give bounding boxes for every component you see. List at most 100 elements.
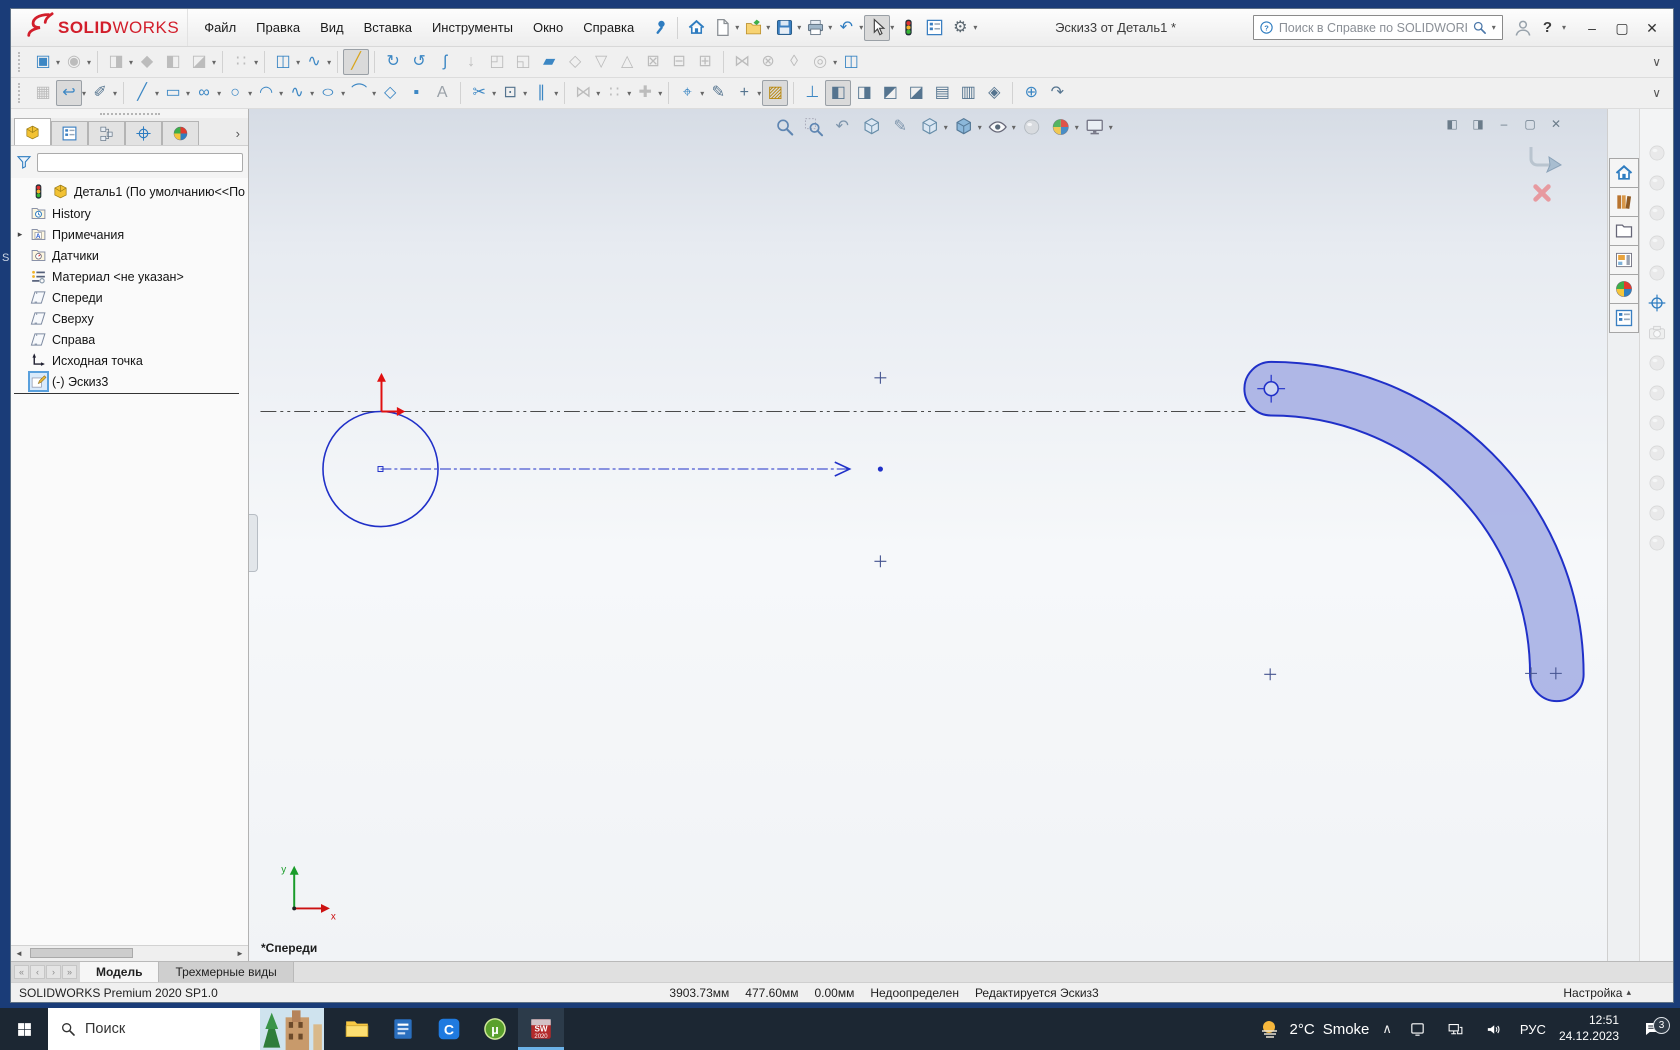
taskbar-c-app-icon[interactable]: C <box>426 1008 472 1050</box>
final-render-icon[interactable] <box>1643 409 1670 436</box>
tab-configuration-manager[interactable] <box>88 121 125 145</box>
render-options-icon[interactable] <box>1643 439 1670 466</box>
sketch-picture-icon[interactable]: ▨ <box>762 80 788 106</box>
view-top-icon[interactable]: ▤ <box>929 80 955 106</box>
panel-horizontal-scrollbar[interactable]: ◄ ► <box>11 945 248 961</box>
tab-display-manager[interactable] <box>162 121 199 145</box>
print-icon-caret[interactable]: ▾ <box>828 23 832 32</box>
menu-item[interactable]: Вставка <box>354 17 422 38</box>
view-settings-icon-caret[interactable]: ▾ <box>1109 123 1113 132</box>
reference-geometry-icon-caret[interactable]: ▾ <box>296 58 300 67</box>
display-relations-icon-caret[interactable]: ▾ <box>700 89 704 98</box>
keyboard-language-indicator[interactable]: РУС <box>1520 1022 1546 1037</box>
linear-pattern-icon[interactable]: ∷ <box>228 49 254 75</box>
open-icon[interactable] <box>740 15 766 41</box>
tree-item-origin[interactable]: Исходная точка <box>14 350 248 371</box>
linear-pattern-icon-caret[interactable]: ▾ <box>254 58 258 67</box>
taskpane-home-icon[interactable] <box>1609 158 1639 188</box>
trim-entities-icon[interactable]: ✂ <box>466 80 492 106</box>
quick-snaps-icon-caret[interactable]: ▾ <box>757 89 761 98</box>
view-settings-icon[interactable] <box>1080 114 1109 140</box>
appearances-scenes-icon[interactable] <box>1609 274 1639 304</box>
view-left-icon[interactable]: ◩ <box>877 80 903 106</box>
move-entities-icon-caret[interactable]: ▾ <box>658 89 662 98</box>
doc-restore-icon[interactable]: ▢ <box>1519 115 1541 133</box>
user-account-icon[interactable] <box>1513 18 1533 38</box>
tray-volume-icon[interactable] <box>1481 1016 1507 1042</box>
menu-item[interactable]: Правка <box>246 17 310 38</box>
help-search-box[interactable]: ? Поиск в Справке по SOLIDWORKS ▾ <box>1253 15 1503 40</box>
open-icon-caret[interactable]: ▾ <box>766 23 770 32</box>
file-explorer-icon[interactable] <box>1609 216 1639 246</box>
graphics-area[interactable]: y x ↶✎▾▾▾▾▾ ◧◨–▢✕ *Спереди <box>249 109 1607 961</box>
line-icon-caret[interactable]: ▾ <box>155 89 159 98</box>
rib-icon[interactable]: ◱ <box>510 49 536 75</box>
extruded-boss-icon-caret[interactable]: ▾ <box>56 58 60 67</box>
weather-widget[interactable]: 2°C Smoke <box>1258 1017 1370 1041</box>
pane-split-left-icon[interactable]: ◧ <box>1441 115 1463 133</box>
update-sketch-icon[interactable]: ↷ <box>1044 80 1070 106</box>
cancel-sketch-corner-icon[interactable] <box>1531 182 1553 204</box>
reference-geometry-icon[interactable]: ◫ <box>270 49 296 75</box>
exit-sketch-corner-icon[interactable] <box>1523 145 1575 177</box>
arc-icon-caret[interactable]: ▾ <box>279 89 283 98</box>
edit-appearance-icon[interactable] <box>1017 114 1046 140</box>
instant2d-icon[interactable]: ◫ <box>838 49 864 75</box>
panel-tabs-more-chevron[interactable]: › <box>236 126 248 145</box>
tree-item-part-root[interactable]: Деталь1 (По умолчанию<<По умолча <box>14 181 248 203</box>
filter-funnel-icon[interactable] <box>16 154 32 170</box>
hide-show-items-icon-caret[interactable]: ▾ <box>1012 123 1016 132</box>
design-library-icon[interactable] <box>1609 187 1639 217</box>
shell-icon[interactable]: ◰ <box>484 49 510 75</box>
new-document-icon-caret[interactable]: ▾ <box>735 23 739 32</box>
line-icon[interactable]: ╱ <box>129 80 155 106</box>
tree-item-material[interactable]: Материал <не указан> <box>14 266 248 287</box>
tab-first-icon[interactable]: « <box>14 965 29 979</box>
section-view-icon[interactable] <box>857 114 886 140</box>
scroll-right-arrow-icon[interactable]: ► <box>232 949 248 958</box>
tree-item-plane-front[interactable]: Спереди <box>14 287 248 308</box>
menu-item[interactable]: Инструменты <box>422 17 523 38</box>
doc-minimize-icon[interactable]: – <box>1493 115 1515 133</box>
planar-surface-icon[interactable]: ▰ <box>536 49 562 75</box>
spline-icon-caret[interactable]: ▾ <box>310 89 314 98</box>
edit-decal-icon[interactable] <box>1643 259 1670 286</box>
move-entities-icon[interactable]: ✚ <box>632 80 658 106</box>
quick-snaps-icon[interactable]: + <box>731 80 757 106</box>
trim-surface-icon[interactable]: △ <box>614 49 640 75</box>
sketch-fillet-icon[interactable]: ⌒ <box>346 80 372 106</box>
tab-model[interactable]: Модель <box>80 962 159 982</box>
exit-sketch-icon-caret[interactable]: ▾ <box>82 89 86 98</box>
draft-icon[interactable]: ↓ <box>458 49 484 75</box>
help-menu-caret[interactable]: ▾ <box>1562 23 1566 32</box>
revolved-boss-icon[interactable]: ◉ <box>61 49 87 75</box>
tab-last-icon[interactable]: » <box>62 965 77 979</box>
extruded-cut-icon[interactable]: ◪ <box>186 49 212 75</box>
save-icon[interactable] <box>771 15 797 41</box>
intersect-icon[interactable]: ⊗ <box>755 49 781 75</box>
smart-dimension-icon[interactable]: ✐ <box>87 80 113 106</box>
repair-sketch-icon[interactable]: ✎ <box>705 80 731 106</box>
new-document-icon[interactable] <box>709 15 735 41</box>
window-minimize-icon[interactable]: – <box>1577 16 1607 40</box>
tab-feature-manager[interactable] <box>14 118 51 145</box>
search-icon[interactable] <box>1472 20 1487 35</box>
action-center-button[interactable]: 3 <box>1632 1020 1672 1038</box>
settings-gear-icon[interactable]: ⚙ <box>947 15 973 41</box>
options-list-icon[interactable] <box>921 15 947 41</box>
tab-prev-icon[interactable]: ‹ <box>30 965 45 979</box>
corner-rectangle-icon-caret[interactable]: ▾ <box>186 89 190 98</box>
taskbar-utorrent-icon[interactable]: µ <box>472 1008 518 1050</box>
select-cursor-icon[interactable] <box>864 15 890 41</box>
customize-caret-icon[interactable]: ▴ <box>1626 987 1631 998</box>
ellipse-icon[interactable]: ○ <box>315 80 341 106</box>
polygon-icon[interactable]: ◇ <box>377 80 403 106</box>
rebuild-traffic-light-icon[interactable] <box>895 15 921 41</box>
extruded-boss-icon[interactable]: ▣ <box>30 49 56 75</box>
settings-gear-icon-caret[interactable]: ▾ <box>973 23 977 32</box>
window-maximize-icon[interactable]: ▢ <box>1607 16 1637 40</box>
taskbar-search-box[interactable]: Поиск <box>48 1008 324 1050</box>
tree-item-history[interactable]: History <box>14 203 248 224</box>
menu-item[interactable]: Окно <box>523 17 573 38</box>
lofted-boss-icon[interactable]: ◆ <box>134 49 160 75</box>
